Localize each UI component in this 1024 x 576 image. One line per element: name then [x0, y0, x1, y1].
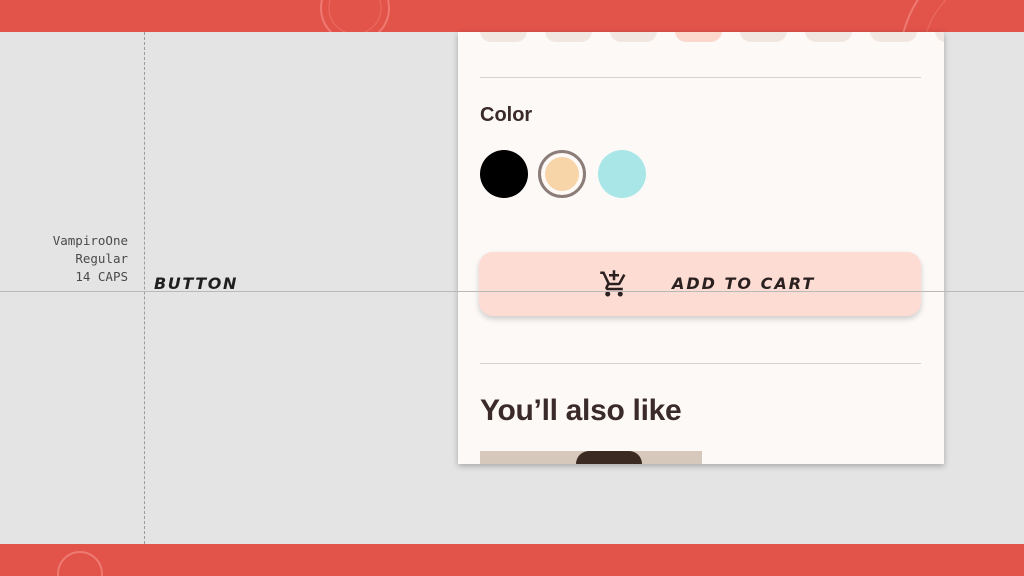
size-chip[interactable] [805, 32, 852, 42]
spec-size-case: 14 CAPS [75, 269, 128, 284]
add-shopping-cart-icon [600, 270, 626, 297]
recommended-product-image[interactable] [480, 451, 702, 464]
type-spec: VampiroOne Regular 14 CAPS [20, 232, 128, 286]
product-detail-screen: Color ADD TO CART You’ll also like [458, 32, 944, 464]
recommendations-heading: You’ll also like [480, 394, 682, 427]
product-photo-figure [576, 451, 642, 464]
size-chip-selected[interactable] [675, 32, 722, 42]
size-chip[interactable] [935, 32, 944, 42]
spec-font-weight: Regular [75, 251, 128, 266]
color-swatch-cyan[interactable] [598, 150, 646, 198]
color-section-label: Color [480, 104, 533, 126]
section-divider [480, 77, 921, 78]
size-chip[interactable] [740, 32, 787, 42]
size-chip[interactable] [545, 32, 592, 42]
bottom-brand-band [0, 544, 1024, 576]
color-swatch-peach-selected[interactable] [538, 150, 586, 198]
top-brand-band [0, 0, 1024, 32]
section-divider [480, 363, 921, 364]
size-chip[interactable] [870, 32, 917, 42]
decorative-circles [320, 0, 947, 32]
size-chip[interactable] [610, 32, 657, 42]
size-chip[interactable] [480, 32, 527, 42]
spec-font-name: VampiroOne [52, 233, 128, 248]
vertical-guide-line [144, 32, 145, 544]
baseline-guide-line [0, 291, 1024, 292]
color-swatch-black[interactable] [480, 150, 528, 198]
add-to-cart-button[interactable]: ADD TO CART [479, 252, 921, 316]
decorative-circles [57, 551, 103, 576]
